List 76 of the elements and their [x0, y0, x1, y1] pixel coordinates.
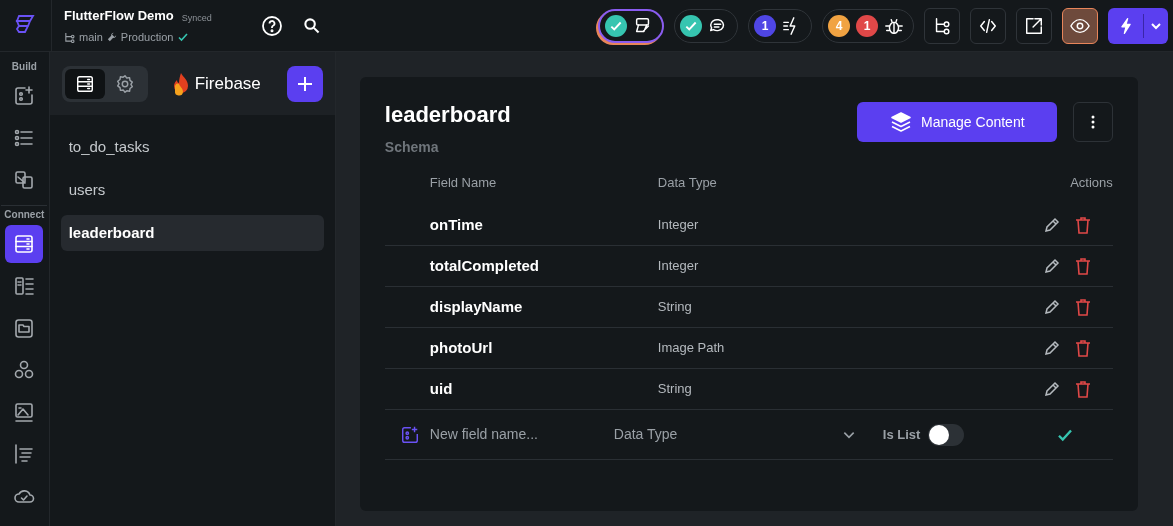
- edit-icon[interactable]: [1042, 216, 1061, 234]
- edit-icon[interactable]: [1042, 339, 1061, 357]
- delete-icon[interactable]: [1074, 216, 1091, 234]
- field-name-input[interactable]: New field name...: [429, 424, 600, 445]
- run-button[interactable]: [1108, 7, 1168, 44]
- sync-status: Synced: [181, 11, 212, 25]
- schema-label: Schema: [384, 138, 440, 157]
- text-align-icon: [13, 443, 36, 465]
- field-type: Image Path: [657, 339, 726, 358]
- field-name: uid: [429, 378, 454, 399]
- field-type: Integer: [657, 216, 700, 235]
- toolbar-button[interactable]: [1016, 7, 1052, 44]
- field-name: photoUrl: [429, 337, 494, 358]
- add-collection-button[interactable]: [286, 65, 323, 102]
- add-widget-icon: [13, 85, 36, 107]
- section-heading: Build: [11, 60, 37, 74]
- status-button[interactable]: [598, 8, 664, 43]
- column-header: Actions: [1069, 174, 1113, 193]
- count-badge: 1: [856, 14, 878, 37]
- collection-item[interactable]: users: [60, 172, 324, 208]
- image-icon: [13, 401, 36, 423]
- collection-title: leaderboard: [384, 101, 511, 129]
- edit-icon[interactable]: [1042, 380, 1061, 398]
- provider-name: Firebase: [194, 72, 261, 95]
- folder-icon: [13, 317, 36, 339]
- column-header: Field Name: [429, 174, 498, 193]
- search-icon[interactable]: [303, 17, 320, 34]
- help-icon[interactable]: [261, 14, 283, 37]
- layers-icon: [889, 110, 914, 134]
- is-list-label: Is List: [882, 425, 921, 444]
- field-name: onTime: [429, 214, 484, 235]
- manage-content-button[interactable]: Manage Content: [856, 102, 1057, 142]
- branch-icon: [64, 31, 75, 43]
- settings-icon: [114, 73, 135, 94]
- more-icon: [1090, 115, 1095, 129]
- status-button[interactable]: 4 1: [822, 8, 914, 43]
- more-button[interactable]: [1072, 102, 1113, 142]
- wrench-icon: [106, 32, 117, 43]
- field-type: String: [657, 298, 693, 317]
- column-header: Data Type: [657, 174, 718, 193]
- project-name: FlutterFlow Demo: [64, 6, 174, 25]
- database-icon: [13, 233, 36, 255]
- toolbar-button[interactable]: [1062, 7, 1098, 44]
- field-type: Integer: [657, 257, 700, 276]
- is-list-toggle[interactable]: [928, 423, 965, 446]
- field-name: displayName: [429, 296, 524, 317]
- toolbar-button[interactable]: [924, 7, 960, 44]
- delete-icon[interactable]: [1074, 380, 1091, 398]
- database-icon: [74, 73, 95, 94]
- branch-name[interactable]: main: [79, 29, 103, 46]
- api-icon: [13, 275, 36, 297]
- nodes-icon: [13, 359, 36, 381]
- toolbar-button[interactable]: [970, 7, 1006, 44]
- count-badge: 1: [754, 14, 776, 37]
- delete-icon[interactable]: [1074, 257, 1091, 275]
- nav-item[interactable]: [5, 225, 44, 263]
- delete-icon[interactable]: [1074, 339, 1091, 357]
- environment-name[interactable]: Production: [120, 29, 174, 46]
- panel-tab[interactable]: [64, 68, 105, 99]
- field-name: totalCompleted: [429, 255, 540, 276]
- delete-icon[interactable]: [1074, 298, 1091, 316]
- collection-item[interactable]: to_do_tasks: [60, 129, 324, 165]
- external-link-icon: [1024, 15, 1044, 36]
- field-type: String: [657, 380, 693, 399]
- data-type-dropdown[interactable]: Data Type: [613, 418, 856, 451]
- plus-icon: [296, 75, 313, 92]
- add-field-icon: [399, 424, 420, 445]
- edit-icon[interactable]: [1042, 298, 1061, 316]
- screens-icon: [13, 169, 36, 191]
- edit-icon[interactable]: [1042, 257, 1061, 275]
- status-button[interactable]: [674, 8, 738, 43]
- status-button[interactable]: 1: [748, 8, 812, 43]
- collection-item[interactable]: leaderboard: [60, 215, 324, 251]
- section-heading: Connect: [4, 208, 45, 222]
- count-badge: 4: [828, 14, 850, 37]
- list-icon: [13, 127, 36, 149]
